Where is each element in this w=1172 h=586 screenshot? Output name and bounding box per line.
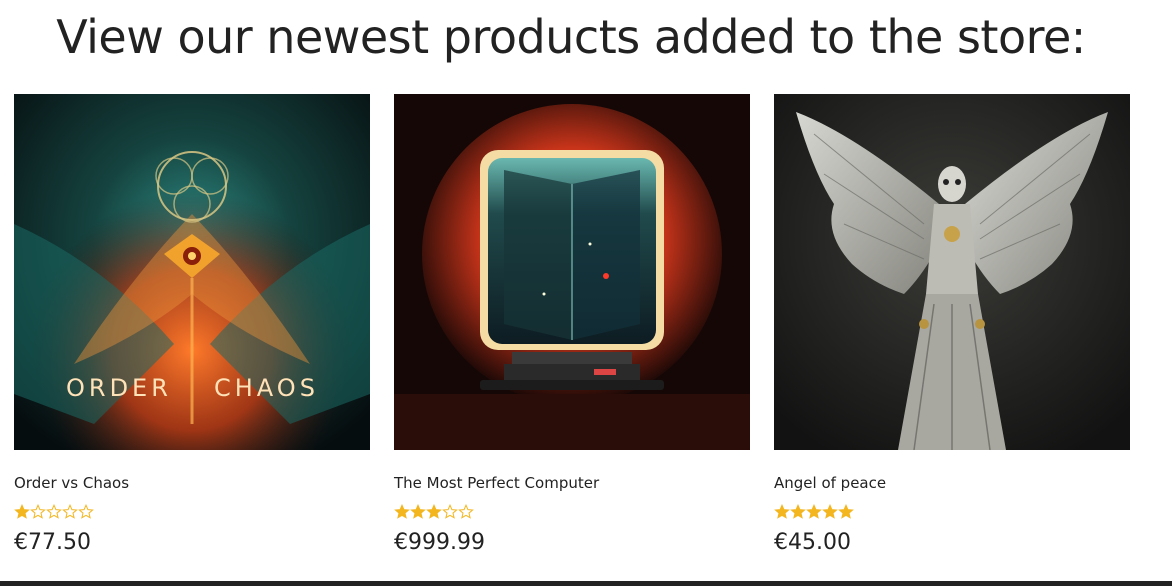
star-empty-icon — [78, 504, 94, 519]
product-section: View our newest products added to the st… — [0, 0, 1172, 586]
star-filled-icon — [806, 504, 822, 519]
product-grid: ORDER CHAOS Order vs Chaos €77.50 The Mo… — [14, 94, 1130, 556]
star-filled-icon — [394, 504, 410, 519]
artwork-text-order: ORDER — [66, 374, 172, 402]
star-empty-icon — [46, 504, 62, 519]
product-title-link[interactable]: Angel of peace — [774, 474, 1130, 492]
star-rating — [14, 504, 370, 520]
footer-bar — [0, 581, 1172, 586]
star-filled-icon — [426, 504, 442, 519]
product-price: €77.50 — [14, 530, 91, 555]
star-filled-icon — [838, 504, 854, 519]
product-image-angel-of-peace[interactable] — [774, 94, 1130, 450]
star-rating — [774, 504, 1130, 520]
product-title-link[interactable]: The Most Perfect Computer — [394, 474, 750, 492]
star-filled-icon — [822, 504, 838, 519]
star-empty-icon — [458, 504, 474, 519]
product-card: The Most Perfect Computer €999.99 — [394, 94, 750, 556]
star-rating — [394, 504, 750, 520]
product-title-link[interactable]: Order vs Chaos — [14, 474, 370, 492]
product-image-perfect-computer[interactable] — [394, 94, 750, 450]
product-price: €45.00 — [774, 530, 851, 555]
artwork-text-chaos: CHAOS — [214, 374, 319, 402]
star-filled-icon — [14, 504, 30, 519]
star-empty-icon — [30, 504, 46, 519]
angel-artwork-icon — [774, 94, 1130, 450]
product-price: €999.99 — [394, 530, 485, 555]
star-filled-icon — [410, 504, 426, 519]
star-empty-icon — [62, 504, 78, 519]
product-card: Angel of peace €45.00 — [774, 94, 1130, 556]
retro-computer-artwork-icon — [394, 94, 750, 450]
star-filled-icon — [790, 504, 806, 519]
product-card: ORDER CHAOS Order vs Chaos €77.50 — [14, 94, 370, 556]
section-heading: View our newest products added to the st… — [56, 10, 1086, 64]
product-image-order-vs-chaos[interactable]: ORDER CHAOS — [14, 94, 370, 450]
star-empty-icon — [442, 504, 458, 519]
order-vs-chaos-artwork-icon: ORDER CHAOS — [14, 94, 370, 450]
star-filled-icon — [774, 504, 790, 519]
